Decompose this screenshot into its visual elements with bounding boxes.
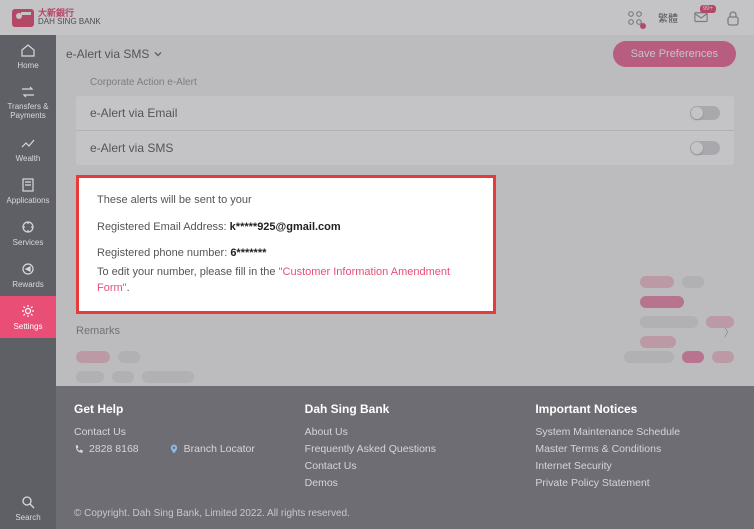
pin-icon	[169, 444, 179, 454]
sidebar-label: Services	[13, 238, 44, 247]
breadcrumb[interactable]: e-Alert via SMS	[66, 47, 163, 61]
footer-link[interactable]: Internet Security	[535, 460, 736, 472]
footer-col-notices: Important Notices System Maintenance Sch…	[535, 402, 736, 494]
wealth-icon	[20, 135, 36, 151]
search-icon	[20, 494, 36, 510]
sidebar-label: Transfers & Payments	[0, 103, 56, 121]
edit-suffix: .	[127, 282, 130, 294]
gear-icon	[20, 303, 36, 319]
alert-row-sms: e-Alert via SMS	[76, 130, 734, 165]
sidebar-label: Home	[17, 61, 38, 70]
inbox-icon[interactable]: 99+	[692, 9, 710, 27]
sidebar-label: Rewards	[12, 280, 44, 289]
sidebar-item-search[interactable]: Search	[0, 487, 56, 529]
footer-col-help: Get Help Contact Us 2828 8168 Branch Loc…	[74, 402, 275, 494]
brand-en: DAH SING BANK	[38, 18, 101, 26]
footer-link[interactable]: System Maintenance Schedule	[535, 426, 736, 438]
badge-count: 99+	[700, 5, 716, 13]
logo-icon	[12, 9, 34, 27]
apps-icon[interactable]	[626, 9, 644, 27]
lang-toggle[interactable]: 繁體	[658, 10, 678, 25]
footer-link[interactable]: Frequently Asked Questions	[305, 443, 506, 455]
applications-icon	[20, 177, 36, 193]
footer-link[interactable]: About Us	[305, 426, 506, 438]
footer-phone[interactable]: 2828 8168	[74, 443, 139, 455]
logo[interactable]: 大新銀行 DAH SING BANK	[12, 9, 101, 27]
sidebar-item-applications[interactable]: Applications	[0, 170, 56, 212]
home-icon	[20, 42, 36, 58]
toggle-sms-alert[interactable]	[690, 141, 720, 155]
sidebar-label: Applications	[6, 196, 49, 205]
sidebar-item-transfers[interactable]: Transfers & Payments	[0, 77, 56, 128]
sidebar-item-wealth[interactable]: Wealth	[0, 128, 56, 170]
footer-heading: Dah Sing Bank	[305, 402, 506, 416]
sidebar-item-rewards[interactable]: Rewards	[0, 254, 56, 296]
save-preferences-button[interactable]: Save Preferences	[613, 41, 736, 67]
crumb-label: e-Alert via SMS	[66, 47, 149, 61]
sidebar-label: Search	[15, 513, 40, 522]
info-email-line: Registered Email Address: k*****925@gmai…	[97, 219, 475, 236]
info-intro: These alerts will be sent to your	[97, 192, 475, 209]
alert-label: e-Alert via Email	[90, 106, 177, 120]
phone-label: Registered phone number:	[97, 247, 230, 259]
sidebar-label: Settings	[14, 322, 43, 331]
lock-icon[interactable]	[724, 9, 742, 27]
subheader: e-Alert via SMS Save Preferences	[56, 35, 754, 73]
sidebar-item-home[interactable]: Home	[0, 35, 56, 77]
footer-link[interactable]: Private Policy Statement	[535, 477, 736, 489]
phone-number: 2828 8168	[89, 443, 139, 455]
rewards-icon	[20, 261, 36, 277]
footer-link[interactable]: Contact Us	[305, 460, 506, 472]
sidebar-label: Wealth	[16, 154, 41, 163]
footer-heading: Important Notices	[535, 402, 736, 416]
info-edit-line: To edit your number, please fill in the …	[97, 264, 475, 297]
remarks-label: Remarks	[76, 325, 120, 337]
top-header: 大新銀行 DAH SING BANK 繁體 99+	[0, 0, 754, 35]
sidebar-item-services[interactable]: Services	[0, 212, 56, 254]
info-phone-line: Registered phone number: 6*******	[97, 245, 475, 262]
alerts-panel: e-Alert via Email e-Alert via SMS	[76, 96, 734, 165]
copyright: © Copyright. Dah Sing Bank, Limited 2022…	[74, 508, 736, 519]
footer-heading: Get Help	[74, 402, 275, 416]
phone-value: 6*******	[230, 247, 266, 259]
logo-text: 大新銀行 DAH SING BANK	[38, 9, 101, 26]
alert-label: e-Alert via SMS	[90, 141, 173, 155]
footer-contact: Contact Us	[74, 426, 275, 438]
transfers-icon	[20, 84, 36, 100]
branch-label: Branch Locator	[184, 443, 255, 455]
sidebar: Home Transfers & Payments Wealth Applica…	[0, 35, 56, 529]
remarks-row[interactable]: Remarks 〉	[76, 318, 734, 345]
footer: Get Help Contact Us 2828 8168 Branch Loc…	[56, 386, 754, 529]
section-subtitle: Corporate Action e-Alert	[76, 73, 734, 96]
services-icon	[20, 219, 36, 235]
toggle-email-alert[interactable]	[690, 106, 720, 120]
chevron-down-icon	[153, 49, 163, 59]
notification-dot	[640, 23, 646, 29]
alert-row-email: e-Alert via Email	[76, 96, 734, 130]
email-label: Registered Email Address:	[97, 221, 230, 233]
edit-prefix: To edit your number, please fill in the	[97, 266, 279, 278]
branch-locator-link[interactable]: Branch Locator	[169, 443, 255, 455]
info-callout: These alerts will be sent to your Regist…	[76, 175, 496, 314]
sidebar-item-settings[interactable]: Settings	[0, 296, 56, 338]
phone-icon	[74, 444, 84, 454]
email-value: k*****925@gmail.com	[230, 221, 341, 233]
footer-col-bank: Dah Sing Bank About Us Frequently Asked …	[305, 402, 506, 494]
footer-link[interactable]: Demos	[305, 477, 506, 489]
footer-link[interactable]: Master Terms & Conditions	[535, 443, 736, 455]
